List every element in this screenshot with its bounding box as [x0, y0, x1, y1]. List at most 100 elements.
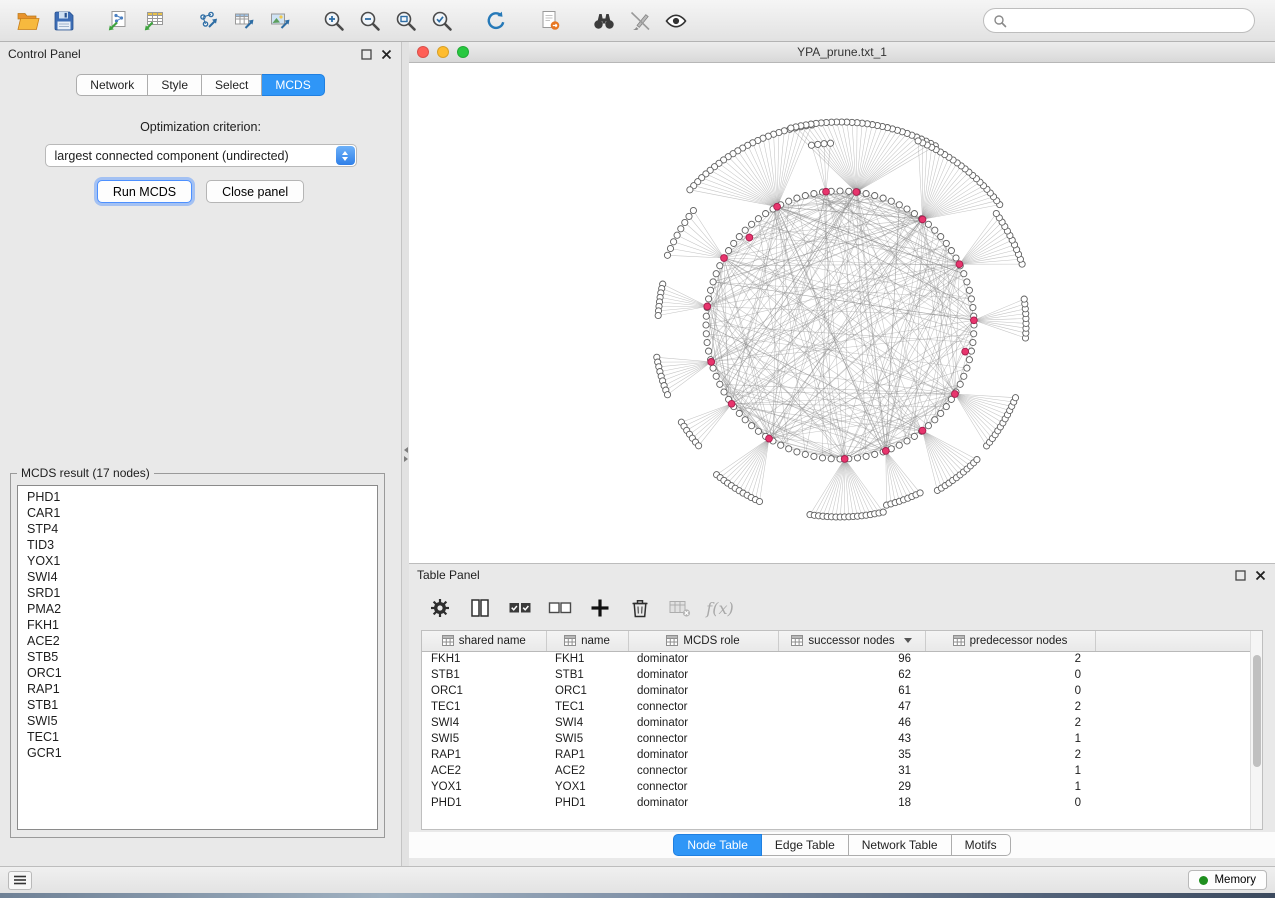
table-row[interactable]: RAP1RAP1dominator352: [422, 747, 1262, 763]
table-row[interactable]: ACE2ACE2connector311: [422, 763, 1262, 779]
share-document-button[interactable]: [532, 4, 568, 38]
table-row[interactable]: FKH1FKH1dominator962: [422, 651, 1262, 667]
close-panel-button[interactable]: [379, 47, 393, 61]
import-table-button[interactable]: [136, 4, 172, 38]
table-cell: STB1: [546, 667, 628, 683]
mcds-result-item[interactable]: GCR1: [27, 745, 377, 761]
toolbar-separator: [172, 20, 190, 21]
table-cell: PHD1: [546, 795, 628, 811]
export-image-button[interactable]: [262, 4, 298, 38]
mcds-result-list[interactable]: PHD1CAR1STP4TID3YOX1SWI4SRD1PMA2FKH1ACE2…: [17, 485, 378, 830]
table-cell: ACE2: [546, 763, 628, 779]
close-icon: [381, 49, 392, 60]
network-canvas[interactable]: [409, 63, 1275, 563]
search-network-button[interactable]: [586, 4, 622, 38]
mcds-result-item[interactable]: ORC1: [27, 665, 377, 681]
table-panel-title: Table Panel: [417, 568, 1227, 582]
column-header-filler: [1095, 631, 1262, 651]
export-table-icon: [232, 9, 256, 33]
delete-table-button-disabled[interactable]: [663, 592, 697, 624]
table-row[interactable]: ORC1ORC1dominator610: [422, 683, 1262, 699]
close-panel-action-button[interactable]: Close panel: [206, 180, 304, 203]
memory-button[interactable]: Memory: [1188, 870, 1267, 890]
mcds-result-item[interactable]: PMA2: [27, 601, 377, 617]
tab-style[interactable]: Style: [148, 74, 202, 96]
run-mcds-button[interactable]: Run MCDS: [97, 180, 192, 203]
import-network-button[interactable]: [100, 4, 136, 38]
mcds-result-item[interactable]: STB5: [27, 649, 377, 665]
show-columns-button[interactable]: [463, 592, 497, 624]
table-options-button[interactable]: [423, 592, 457, 624]
tab-select[interactable]: Select: [202, 74, 262, 96]
close-table-panel-button[interactable]: [1253, 568, 1267, 582]
network-window-titlebar[interactable]: YPA_prune.txt_1: [409, 42, 1275, 63]
table-row[interactable]: SWI4SWI4dominator462: [422, 715, 1262, 731]
mcds-result-item[interactable]: RAP1: [27, 681, 377, 697]
column-header-shared-name[interactable]: shared name: [422, 631, 546, 651]
mcds-result-item[interactable]: SWI4: [27, 569, 377, 585]
mcds-result-item[interactable]: ACE2: [27, 633, 377, 649]
mcds-result-item[interactable]: TEC1: [27, 729, 377, 745]
apply-layout-button[interactable]: [478, 4, 514, 38]
table-row[interactable]: TEC1TEC1connector472: [422, 699, 1262, 715]
close-window-button[interactable]: [417, 46, 429, 58]
table-row[interactable]: PHD1PHD1dominator180: [422, 795, 1262, 811]
mcds-result-item[interactable]: TID3: [27, 537, 377, 553]
tab-node-table[interactable]: Node Table: [673, 834, 762, 856]
show-graphics-button[interactable]: [658, 4, 694, 38]
mcds-result-item[interactable]: SRD1: [27, 585, 377, 601]
mcds-result-item[interactable]: YOX1: [27, 553, 377, 569]
tab-network-table[interactable]: Network Table: [849, 834, 952, 856]
panel-menu-button[interactable]: [8, 871, 32, 890]
mcds-result-item[interactable]: FKH1: [27, 617, 377, 633]
mcds-result-item[interactable]: STB1: [27, 697, 377, 713]
table-cell: dominator: [628, 715, 778, 731]
search-input[interactable]: [1013, 14, 1245, 28]
mcds-result-item[interactable]: SWI5: [27, 713, 377, 729]
column-header-predecessor-nodes[interactable]: predecessor nodes: [925, 631, 1095, 651]
open-session-button[interactable]: [10, 4, 46, 38]
mcds-tab-content: Optimization criterion: largest connecte…: [0, 106, 401, 203]
tab-motifs[interactable]: Motifs: [952, 834, 1011, 856]
zoom-out-icon: [358, 9, 382, 33]
maximize-window-button[interactable]: [457, 46, 469, 58]
table-row[interactable]: YOX1YOX1connector291: [422, 779, 1262, 795]
zoom-selected-button[interactable]: [424, 4, 460, 38]
refresh-layout-icon: [484, 9, 508, 33]
minimize-window-button[interactable]: [437, 46, 449, 58]
tab-mcds[interactable]: MCDS: [262, 74, 324, 96]
column-header-name[interactable]: name: [546, 631, 628, 651]
plus-icon: [588, 596, 612, 620]
save-session-button[interactable]: [46, 4, 82, 38]
node-table-header-row: shared namenameMCDS rolesuccessor nodesp…: [422, 631, 1262, 651]
export-table-button[interactable]: [226, 4, 262, 38]
export-network-button[interactable]: [190, 4, 226, 38]
table-row[interactable]: STB1STB1dominator620: [422, 667, 1262, 683]
mcds-result-item[interactable]: CAR1: [27, 505, 377, 521]
table-scrollbar[interactable]: [1250, 631, 1262, 829]
column-header-MCDS-role[interactable]: MCDS role: [628, 631, 778, 651]
select-all-columns-button[interactable]: [503, 592, 537, 624]
panel-splitter[interactable]: [402, 42, 409, 866]
zoom-fit-button[interactable]: [388, 4, 424, 38]
splitter-collapse-icon[interactable]: [402, 447, 409, 462]
mcds-result-item[interactable]: PHD1: [27, 489, 377, 505]
zoom-in-button[interactable]: [316, 4, 352, 38]
float-table-panel-button[interactable]: [1233, 568, 1247, 582]
column-header-successor-nodes[interactable]: successor nodes: [778, 631, 925, 651]
create-column-button[interactable]: [583, 592, 617, 624]
criterion-dropdown[interactable]: largest connected component (undirected): [45, 144, 357, 167]
unselect-all-columns-button[interactable]: [543, 592, 577, 624]
tab-edge-table[interactable]: Edge Table: [762, 834, 849, 856]
delete-column-button[interactable]: [623, 592, 657, 624]
table-cell: 2: [925, 699, 1095, 715]
tab-network[interactable]: Network: [76, 74, 148, 96]
style-button[interactable]: [622, 4, 658, 38]
export-network-icon: [196, 9, 220, 33]
float-panel-button[interactable]: [359, 47, 373, 61]
zoom-out-button[interactable]: [352, 4, 388, 38]
table-scrollbar-thumb[interactable]: [1253, 655, 1261, 767]
mcds-result-item[interactable]: STP4: [27, 521, 377, 537]
table-row[interactable]: SWI5SWI5connector431: [422, 731, 1262, 747]
function-builder-button-disabled[interactable]: f(x): [703, 592, 737, 624]
